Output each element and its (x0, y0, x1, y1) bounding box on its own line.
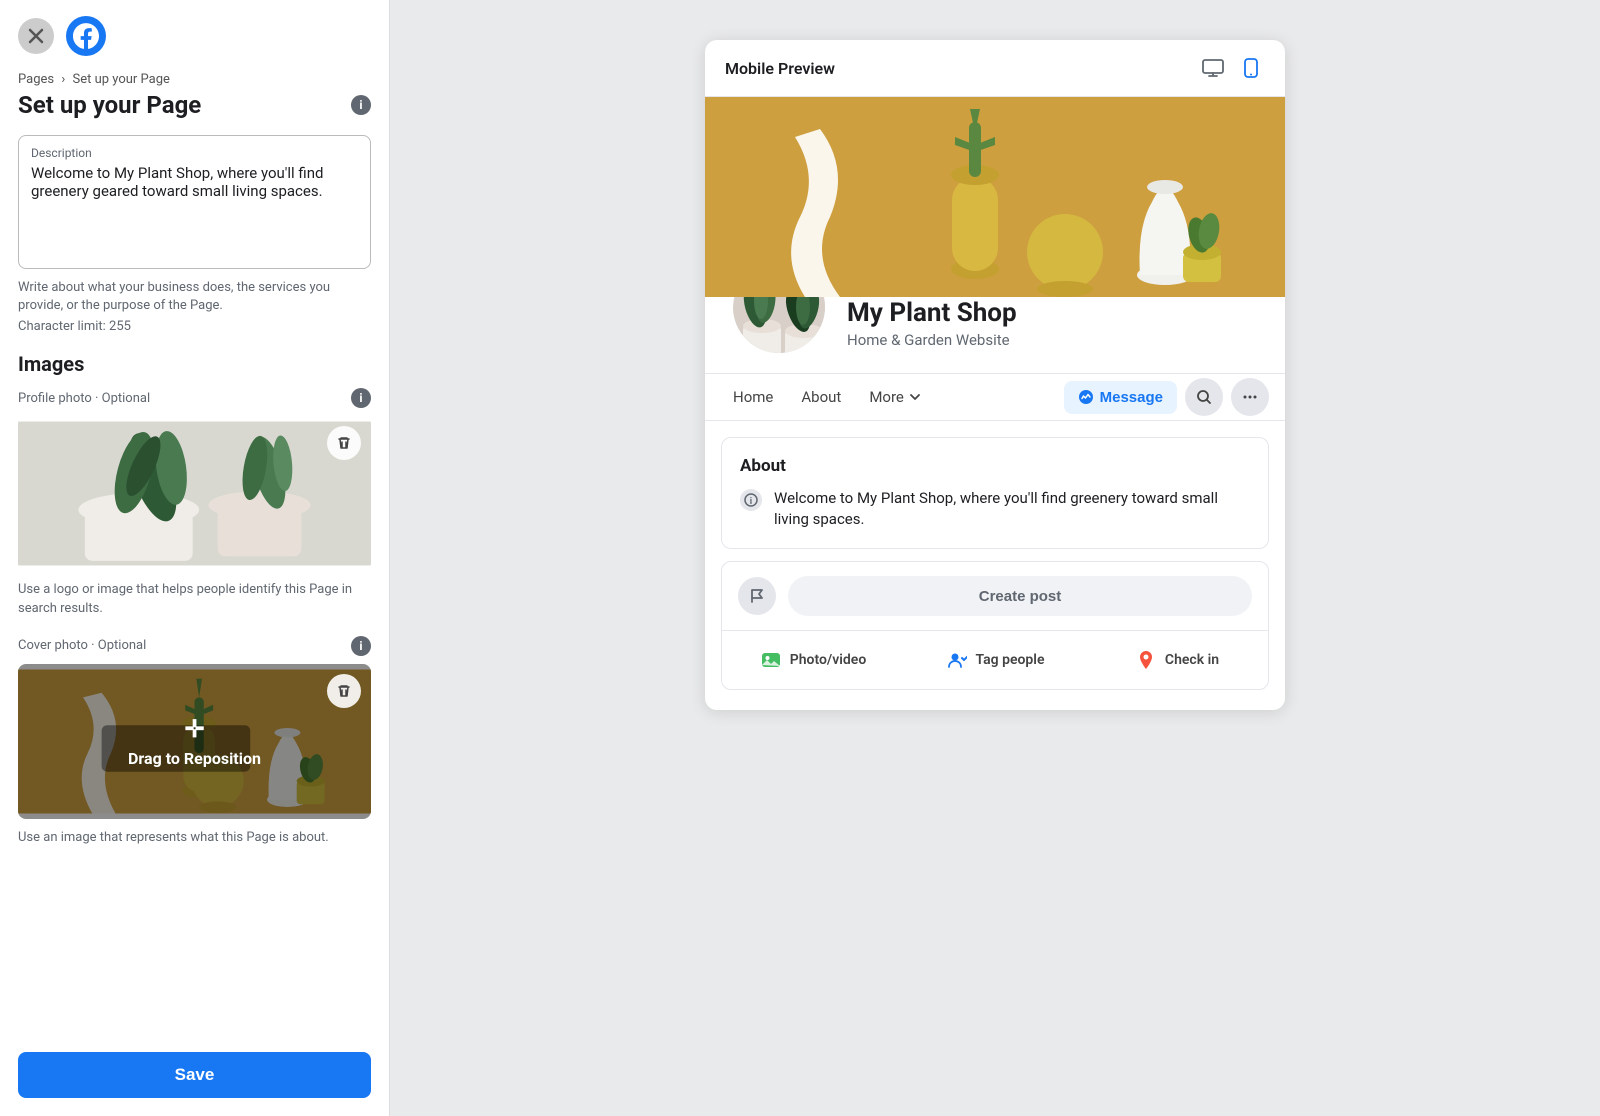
mobile-preview-card: Mobile Preview (705, 40, 1285, 710)
save-button[interactable]: Save (18, 1052, 371, 1098)
preview-create-post: Create post Photo/video (721, 561, 1269, 690)
facebook-logo (66, 16, 106, 56)
desktop-icon[interactable] (1199, 54, 1227, 82)
left-panel: Pages › Set up your Page Set up your Pag… (0, 0, 390, 1116)
delete-cover-photo-button[interactable] (327, 674, 361, 708)
right-panel: Mobile Preview (390, 0, 1600, 1116)
drag-icon: ✛ (184, 715, 204, 743)
tag-people-icon (946, 649, 968, 671)
mobile-icon[interactable] (1237, 54, 1265, 82)
about-info-icon: i (740, 489, 762, 511)
cover-photo-info-icon[interactable]: i (351, 636, 371, 656)
tag-people-label: Tag people (976, 652, 1045, 668)
profile-photo-label: Profile photo · Optional (18, 391, 150, 406)
photo-video-icon (760, 649, 782, 671)
post-actions-bar: Photo/video Tag people (722, 631, 1268, 689)
profile-photo-label-row: Profile photo · Optional i (18, 388, 371, 408)
preview-page-name-area: My Plant Shop Home & Garden Website (847, 298, 1017, 357)
svg-text:i: i (750, 497, 752, 507)
preview-nav-bar: Home About More Message (705, 373, 1285, 421)
preview-header: Mobile Preview (705, 40, 1285, 97)
photo-video-label: Photo/video (790, 652, 867, 668)
char-limit: Character limit: 255 (18, 319, 371, 334)
cover-photo-label-row: Cover photo · Optional i (18, 636, 371, 656)
preview-title: Mobile Preview (725, 59, 835, 78)
description-textarea[interactable]: Welcome to My Plant Shop, where you'll f… (31, 164, 358, 254)
search-button[interactable] (1185, 378, 1223, 416)
preview-cover-photo (705, 97, 1285, 297)
description-helper: Write about what your business does, the… (18, 279, 371, 315)
preview-about-text: Welcome to My Plant Shop, where you'll f… (774, 488, 1250, 530)
preview-about-content: i Welcome to My Plant Shop, where you'll… (740, 488, 1250, 530)
cover-photo-label: Cover photo · Optional (18, 638, 146, 653)
profile-photo-info-icon[interactable]: i (351, 388, 371, 408)
page-title: Set up your Page i (0, 89, 389, 135)
drag-reposition-overlay: ✛ Drag to Reposition (18, 664, 371, 819)
create-post-bar: Create post (722, 562, 1268, 631)
more-options-button[interactable] (1231, 378, 1269, 416)
cover-photo-container: ✛ Drag to Reposition (18, 664, 371, 819)
check-in-action[interactable]: Check in (1086, 641, 1268, 679)
images-section-title: Images (18, 352, 371, 376)
top-bar (0, 0, 389, 66)
message-button[interactable]: Message (1064, 381, 1177, 414)
check-in-icon (1135, 649, 1157, 671)
left-content: Description Welcome to My Plant Shop, wh… (0, 135, 389, 1036)
breadcrumb: Pages › Set up your Page (0, 66, 389, 89)
close-button[interactable] (18, 18, 54, 54)
photo-video-action[interactable]: Photo/video (722, 641, 904, 679)
info-icon[interactable]: i (351, 95, 371, 115)
nav-action-buttons: Message (1064, 378, 1269, 416)
profile-photo-container (18, 416, 371, 571)
description-wrapper: Description Welcome to My Plant Shop, wh… (18, 135, 371, 269)
profile-photo-image (18, 416, 371, 571)
cover-photo-helper: Use an image that represents what this P… (18, 829, 371, 847)
tag-people-action[interactable]: Tag people (904, 641, 1086, 679)
preview-page-name: My Plant Shop (847, 298, 1017, 329)
description-label: Description (31, 146, 358, 160)
page-flag-icon (738, 577, 776, 615)
check-in-label: Check in (1165, 652, 1219, 668)
nav-more[interactable]: More (857, 374, 934, 420)
preview-icons (1199, 54, 1265, 82)
nav-about[interactable]: About (789, 374, 853, 420)
preview-about-title: About (740, 456, 1250, 476)
nav-home[interactable]: Home (721, 374, 785, 420)
profile-photo-helper: Use a logo or image that helps people id… (18, 581, 371, 617)
preview-about-section: About i Welcome to My Plant Shop, where … (721, 437, 1269, 549)
create-post-button[interactable]: Create post (788, 576, 1252, 616)
preview-page-category: Home & Garden Website (847, 331, 1017, 349)
